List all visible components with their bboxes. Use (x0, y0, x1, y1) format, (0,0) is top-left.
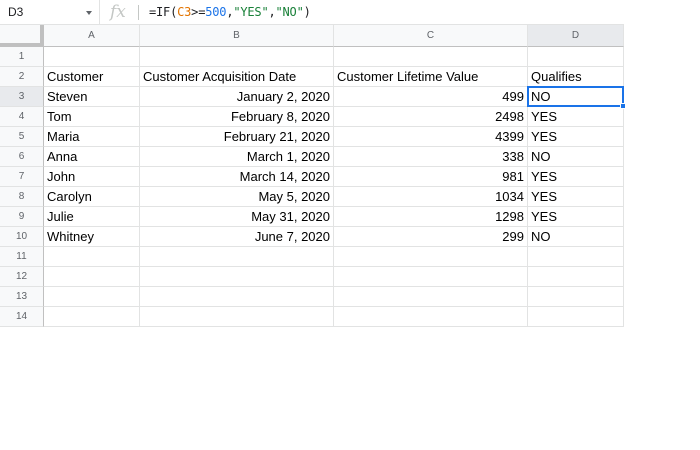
row-header-9[interactable]: 9 (0, 207, 44, 227)
cell-c14[interactable] (334, 307, 528, 327)
row-header-13[interactable]: 13 (0, 287, 44, 307)
cell-d9[interactable]: YES (528, 207, 624, 227)
cell-c3[interactable]: 499 (334, 87, 528, 107)
cell-a5[interactable]: Maria (44, 127, 140, 147)
cell-a7[interactable]: John (44, 167, 140, 187)
cell-d10[interactable]: NO (528, 227, 624, 247)
cell-a13[interactable] (44, 287, 140, 307)
row-header-1[interactable]: 1 (0, 47, 44, 67)
row-header-5[interactable]: 5 (0, 127, 44, 147)
cell-a10[interactable]: Whitney (44, 227, 140, 247)
cell-b13[interactable] (140, 287, 334, 307)
formula-divider (138, 5, 139, 20)
formula-input[interactable]: =IF(C3>=500,"YES","NO") (149, 5, 311, 19)
cell-a1[interactable] (44, 47, 140, 67)
cell-a4[interactable]: Tom (44, 107, 140, 127)
cell-d12[interactable] (528, 267, 624, 287)
cell-b11[interactable] (140, 247, 334, 267)
cell-c12[interactable] (334, 267, 528, 287)
cell-b2[interactable]: Customer Acquisition Date (140, 67, 334, 87)
cell-d8[interactable]: YES (528, 187, 624, 207)
cell-c7[interactable]: 981 (334, 167, 528, 187)
row-header-10[interactable]: 10 (0, 227, 44, 247)
cell-b1[interactable] (140, 47, 334, 67)
fill-handle[interactable] (620, 103, 626, 109)
cell-d4[interactable]: YES (528, 107, 624, 127)
row-header-8[interactable]: 8 (0, 187, 44, 207)
fx-icon: fx (110, 2, 126, 22)
column-header-a[interactable]: A (44, 25, 140, 47)
cell-d6[interactable]: NO (528, 147, 624, 167)
formula-string-yes: "YES" (233, 5, 269, 19)
cell-d7[interactable]: YES (528, 167, 624, 187)
cell-c6[interactable]: 338 (334, 147, 528, 167)
cell-d5[interactable]: YES (528, 127, 624, 147)
chevron-down-icon[interactable] (86, 11, 92, 15)
cell-c13[interactable] (334, 287, 528, 307)
formula-op: >= (191, 5, 206, 19)
cell-b7[interactable]: March 14, 2020 (140, 167, 334, 187)
cell-d13[interactable] (528, 287, 624, 307)
formula-string-no: "NO" (275, 5, 304, 19)
cell-c10[interactable]: 299 (334, 227, 528, 247)
row-header-2[interactable]: 2 (0, 67, 44, 87)
row-header-12[interactable]: 12 (0, 267, 44, 287)
cell-c11[interactable] (334, 247, 528, 267)
cell-b4[interactable]: February 8, 2020 (140, 107, 334, 127)
cell-a14[interactable] (44, 307, 140, 327)
cell-c4[interactable]: 2498 (334, 107, 528, 127)
cell-b8[interactable]: May 5, 2020 (140, 187, 334, 207)
cell-d1[interactable] (528, 47, 624, 67)
cell-b9[interactable]: May 31, 2020 (140, 207, 334, 227)
cell-d3[interactable]: NO (528, 87, 624, 107)
row-header-6[interactable]: 6 (0, 147, 44, 167)
cell-c2[interactable]: Customer Lifetime Value (334, 67, 528, 87)
cell-a6[interactable]: Anna (44, 147, 140, 167)
cell-b14[interactable] (140, 307, 334, 327)
cell-a2[interactable]: Customer (44, 67, 140, 87)
cell-b3[interactable]: January 2, 2020 (140, 87, 334, 107)
cell-d2[interactable]: Qualifies (528, 67, 624, 87)
cell-b5[interactable]: February 21, 2020 (140, 127, 334, 147)
cell-a3[interactable]: Steven (44, 87, 140, 107)
name-box-value: D3 (8, 5, 24, 19)
row-header-14[interactable]: 14 (0, 307, 44, 327)
cell-b6[interactable]: March 1, 2020 (140, 147, 334, 167)
cell-b12[interactable] (140, 267, 334, 287)
cell-b10[interactable]: June 7, 2020 (140, 227, 334, 247)
row-header-7[interactable]: 7 (0, 167, 44, 187)
column-header-d[interactable]: D (528, 25, 624, 47)
formula-number: 500 (205, 5, 227, 19)
formula-ref: C3 (177, 5, 192, 19)
cell-c1[interactable] (334, 47, 528, 67)
formula-suffix: ) (303, 5, 311, 19)
formula-prefix: =IF( (149, 5, 178, 19)
column-header-c[interactable]: C (334, 25, 528, 47)
row-header-4[interactable]: 4 (0, 107, 44, 127)
row-header-11[interactable]: 11 (0, 247, 44, 267)
cell-c9[interactable]: 1298 (334, 207, 528, 227)
cell-d14[interactable] (528, 307, 624, 327)
select-all-corner[interactable] (0, 25, 44, 47)
formula-bar: D3 fx =IF(C3>=500,"YES","NO") (0, 0, 624, 25)
name-box[interactable]: D3 (0, 0, 100, 24)
cell-d11[interactable] (528, 247, 624, 267)
cell-a12[interactable] (44, 267, 140, 287)
formula-comma: , (268, 5, 276, 19)
column-header-b[interactable]: B (140, 25, 334, 47)
cell-a9[interactable]: Julie (44, 207, 140, 227)
cell-c8[interactable]: 1034 (334, 187, 528, 207)
cell-a8[interactable]: Carolyn (44, 187, 140, 207)
cell-c5[interactable]: 4399 (334, 127, 528, 147)
cell-a11[interactable] (44, 247, 140, 267)
row-header-3[interactable]: 3 (0, 87, 44, 107)
